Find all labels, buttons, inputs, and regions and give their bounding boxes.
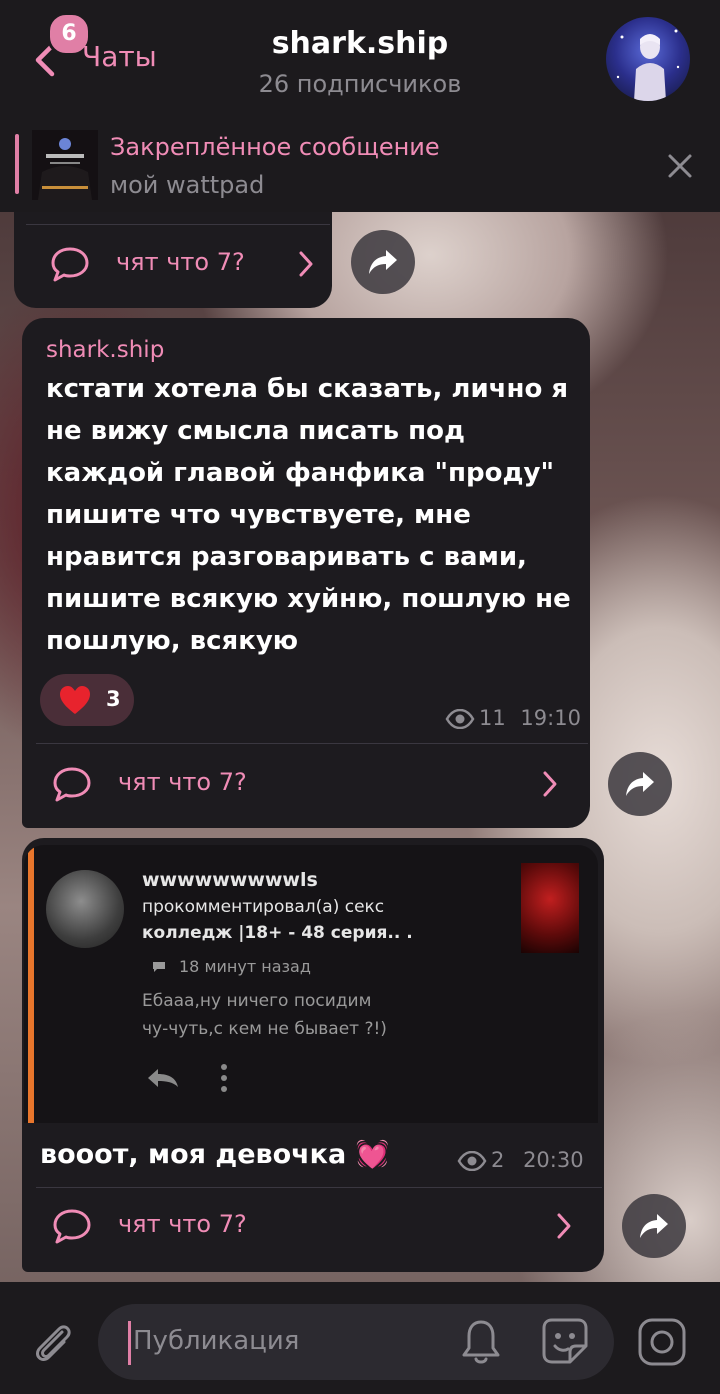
input-placeholder: Публикация: [133, 1326, 300, 1356]
chat-header: 6 Чаты shark.ship 26 подписчиков: [0, 0, 720, 118]
reaction-heart-button[interactable]: 3: [40, 674, 134, 726]
comments-row[interactable]: чят что 7?: [52, 754, 562, 814]
comments-label: чят что 7?: [116, 248, 245, 276]
share-button[interactable]: [351, 230, 415, 294]
screenshot-comment-line1: Ебааа,ну ничего посидим: [142, 991, 372, 1011]
bell-icon: [462, 1320, 500, 1364]
screenshot-comment-line2: чу-чуть,с кем не бывает ?!): [142, 1019, 387, 1039]
pinned-indicator: [15, 134, 19, 194]
close-icon: [668, 154, 692, 178]
reply-icon: [148, 1069, 178, 1087]
views-count: 2: [491, 1148, 505, 1172]
screenshot-accent-bar: [28, 845, 34, 1123]
share-button[interactable]: [622, 1194, 686, 1258]
bubble-divider: [36, 743, 588, 744]
attach-button[interactable]: [28, 1318, 78, 1368]
comment-icon: [53, 1209, 91, 1244]
screenshot-thumbnail: [521, 863, 579, 953]
camera-button[interactable]: [636, 1316, 688, 1368]
comments-row[interactable]: чят что 7?: [52, 1196, 576, 1256]
screenshot-text-line1: прокомментировал(а) секс: [142, 897, 385, 917]
comments-label: чят что 7?: [118, 768, 247, 796]
heart-icon: [60, 686, 90, 714]
channel-avatar[interactable]: [606, 17, 690, 101]
share-icon: [369, 250, 397, 274]
share-button[interactable]: [608, 752, 672, 816]
message-meta: 2 20:30: [457, 1148, 584, 1172]
views-icon: [445, 709, 475, 729]
message-text: вооот, моя девочка 💓: [40, 1139, 390, 1170]
pinned-thumbnail: [32, 130, 98, 200]
screenshot-avatar: [46, 870, 124, 948]
pinned-message-bar[interactable]: Закреплённое сообщение мой wattpad: [0, 118, 720, 212]
share-icon: [626, 772, 654, 796]
sticker-button[interactable]: [540, 1316, 590, 1366]
paperclip-icon: [35, 1325, 71, 1362]
comment-icon: [53, 767, 91, 802]
silent-broadcast-button[interactable]: [460, 1318, 502, 1366]
screenshot-text-line2: колледж |18+ - 48 серия.. .: [142, 923, 413, 943]
camera-icon: [638, 1318, 686, 1366]
screenshot-time: 18 минут назад: [179, 957, 311, 976]
views-count: 11: [479, 706, 506, 730]
pinned-title: Закреплённое сообщение: [110, 133, 440, 161]
bubble-divider: [26, 224, 330, 225]
screenshot-username: wwwwwwwwwls: [142, 869, 318, 891]
message-time: 20:30: [523, 1148, 584, 1172]
close-pinned-button[interactable]: [664, 150, 696, 182]
comment-small-icon: [153, 962, 165, 972]
bubble-divider: [36, 1187, 602, 1188]
comments-label: чят что 7?: [118, 1210, 247, 1238]
chevron-right-icon: [543, 771, 557, 797]
sticker-icon: [542, 1318, 588, 1364]
chevron-right-icon: [299, 251, 313, 277]
comment-icon: [51, 247, 89, 282]
message-meta: 11 19:10: [445, 706, 581, 730]
more-vertical-icon: [221, 1064, 227, 1092]
message-bubble: чят что 7?: [14, 212, 332, 308]
comments-row[interactable]: чят что 7?: [50, 234, 313, 294]
views-icon: [457, 1151, 487, 1171]
chevron-right-icon: [557, 1213, 571, 1239]
message-author[interactable]: shark.ship: [46, 337, 164, 363]
message-text: кстати хотела бы сказать, лично я не виж…: [46, 374, 571, 656]
share-icon: [640, 1214, 668, 1238]
pinned-text: мой wattpad: [110, 171, 265, 199]
reaction-count: 3: [106, 687, 121, 711]
message-time: 19:10: [520, 706, 581, 730]
text-caret: [128, 1321, 131, 1365]
attached-screenshot[interactable]: wwwwwwwwwls прокомментировал(а) секс кол…: [24, 845, 598, 1123]
